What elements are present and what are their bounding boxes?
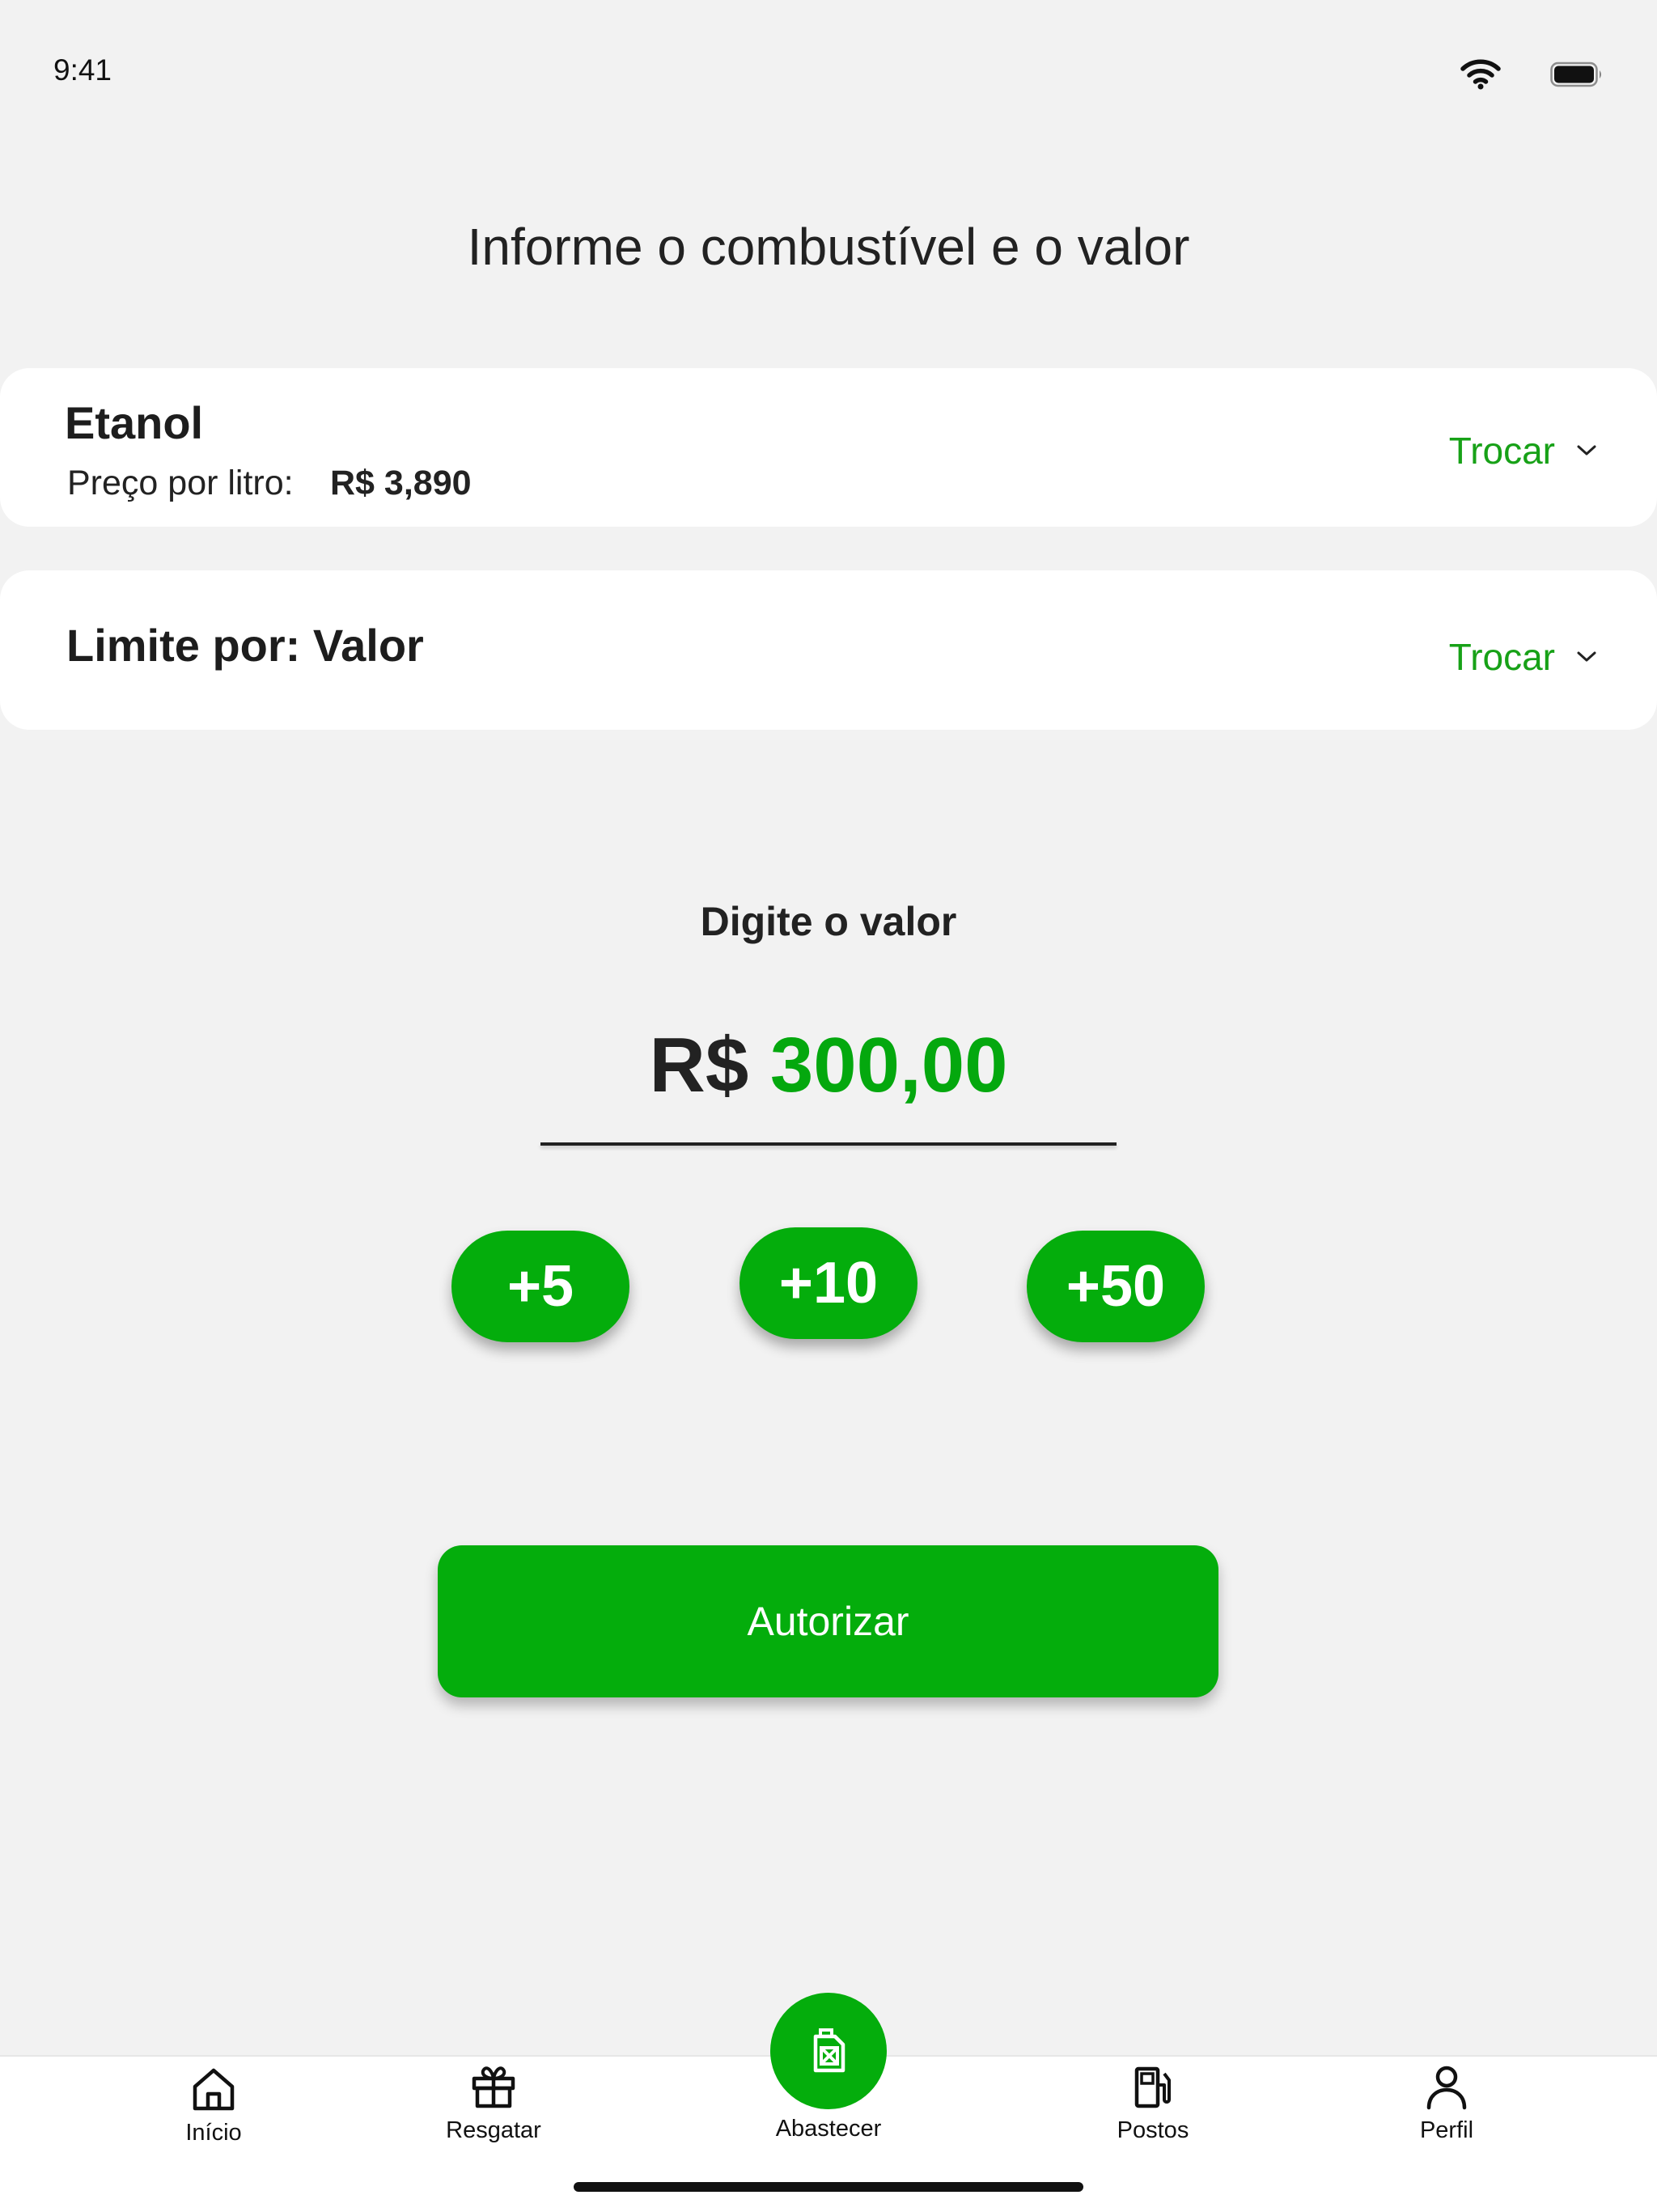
wifi-icon	[1460, 59, 1501, 90]
battery-icon	[1550, 61, 1601, 87]
abastecer-circle	[770, 1993, 887, 2109]
fuel-name: Etanol	[65, 397, 204, 448]
limit-type-title: Limite por: Valor	[66, 620, 424, 671]
tab-perfil[interactable]: Perfil	[1350, 2062, 1544, 2144]
home-indicator	[574, 2182, 1083, 2192]
tab-label-resgatar: Resgatar	[446, 2117, 541, 2143]
authorize-button[interactable]: Autorizar	[438, 1545, 1218, 1697]
price-per-liter-label: Preço por litro:	[67, 464, 294, 502]
gift-icon	[472, 2066, 515, 2108]
amount-input[interactable]: R$ 300,00	[0, 1021, 1657, 1110]
tab-label-abastecer: Abastecer	[775, 2116, 882, 2142]
add-10-button[interactable]: +10	[740, 1227, 917, 1339]
change-fuel-label: Trocar	[1448, 430, 1555, 472]
add-50-button[interactable]: +50	[1027, 1231, 1205, 1342]
currency-symbol: R$	[649, 1022, 749, 1108]
add-5-button[interactable]: +5	[451, 1231, 629, 1342]
tab-label-perfil: Perfil	[1419, 2117, 1474, 2143]
tab-postos[interactable]: Postos	[1056, 2062, 1250, 2144]
fuel-can-icon	[813, 2028, 845, 2073]
tab-abastecer[interactable]: Abastecer	[731, 1993, 926, 2142]
gas-station-icon	[1134, 2066, 1171, 2108]
amount-value: 300,00	[769, 1022, 1008, 1108]
chevron-down-icon	[1577, 445, 1596, 456]
amount-label: Digite o valor	[700, 899, 957, 944]
home-icon	[193, 2068, 235, 2111]
page-title: Informe o combustível e o valor	[467, 218, 1190, 276]
amount-underline	[540, 1142, 1117, 1146]
tab-resgatar[interactable]: Resgatar	[396, 2062, 591, 2144]
tab-inicio[interactable]: Início	[117, 2065, 311, 2146]
status-time: 9:41	[53, 53, 112, 87]
change-limit-label: Trocar	[1448, 636, 1555, 678]
change-limit-button[interactable]: Trocar	[1449, 635, 1597, 679]
chevron-down-icon	[1577, 651, 1596, 662]
price-per-liter-value: R$ 3,890	[330, 464, 472, 502]
user-icon	[1426, 2066, 1467, 2110]
tab-label-postos: Postos	[1117, 2117, 1189, 2143]
change-fuel-button[interactable]: Trocar	[1449, 429, 1597, 472]
tab-label-inicio: Início	[185, 2120, 242, 2146]
